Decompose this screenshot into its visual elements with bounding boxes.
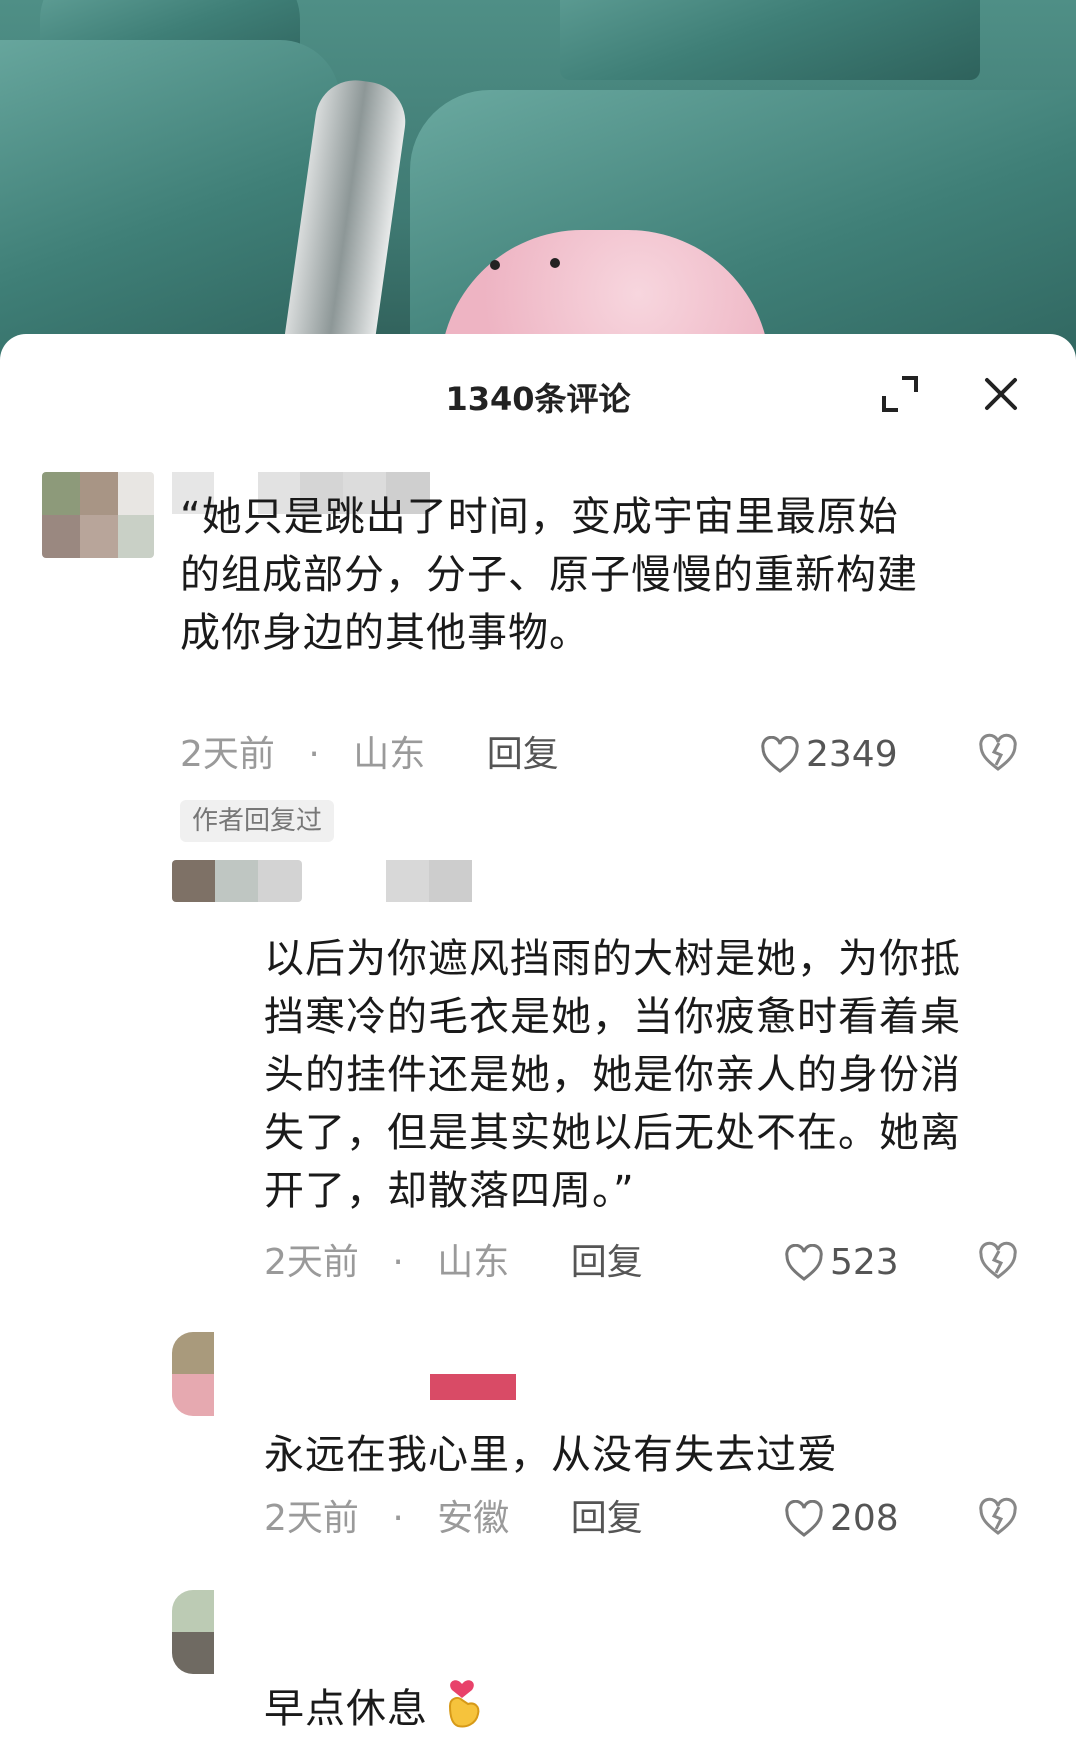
separator-dot: · xyxy=(392,1498,404,1539)
comment-text: 以后为你遮风挡雨的大树是她，为你抵 挡寒冷的毛衣是她，当你疲惫时看着桌 头的挂件… xyxy=(264,936,961,1214)
comment-location: 山东 xyxy=(437,1242,510,1283)
separator-dot: · xyxy=(392,1242,404,1283)
reply-button[interactable]: 回复 xyxy=(571,1238,643,1288)
like-button[interactable]: 208 xyxy=(784,1494,899,1544)
like-count: 208 xyxy=(830,1498,899,1539)
like-button[interactable]: 2349 xyxy=(760,730,898,780)
comments-sheet: 1340条评论 “她只是跳出了时间，变成宇宙里最原始 的组成部分，分子、原子慢慢… xyxy=(0,334,1076,1756)
avatar[interactable] xyxy=(172,860,302,902)
close-icon[interactable] xyxy=(981,374,1021,414)
comment-text: “她只是跳出了时间，变成宇宙里最原始 的组成部分，分子、原子慢慢的重新构建 成你… xyxy=(180,494,918,656)
separator-dot: · xyxy=(308,734,320,775)
heart-icon xyxy=(785,1500,823,1537)
broken-heart-icon[interactable] xyxy=(977,1241,1021,1285)
seat-image-part xyxy=(560,0,980,80)
heart-icon xyxy=(785,1244,823,1281)
sheet-header: 1340条评论 xyxy=(0,334,1076,424)
avatar[interactable] xyxy=(42,472,154,558)
reply-button[interactable]: 回复 xyxy=(571,1494,643,1544)
heart-icon xyxy=(761,736,799,773)
author-replied-badge: 作者回复过 xyxy=(180,800,335,842)
like-count: 2349 xyxy=(806,734,898,775)
comment-time: 2天前 xyxy=(264,1498,359,1539)
broken-heart-icon[interactable] xyxy=(977,1497,1021,1541)
comment-time: 2天前 xyxy=(264,1242,359,1283)
comment-text: 早点休息 xyxy=(264,1676,486,1746)
like-button[interactable]: 523 xyxy=(784,1238,899,1288)
comment-meta: 2天前 · 安徽 回复 xyxy=(264,1494,643,1544)
finger-heart-emoji-icon xyxy=(442,1676,486,1746)
username-blurred[interactable] xyxy=(430,1374,516,1416)
avatar[interactable] xyxy=(172,1332,214,1416)
broken-heart-icon[interactable] xyxy=(977,733,1021,777)
like-count: 523 xyxy=(830,1242,899,1283)
comment-time: 2天前 xyxy=(180,734,275,775)
comment-location: 安徽 xyxy=(437,1498,510,1539)
comment-meta: 2天前 · 山东 回复 xyxy=(264,1238,643,1288)
comment-meta: 2天前 · 山东 回复 xyxy=(180,730,559,780)
comment-text: 永远在我心里，从没有失去过爱 xyxy=(264,1432,838,1478)
reply-button[interactable]: 回复 xyxy=(487,730,559,780)
expand-icon[interactable] xyxy=(880,374,920,414)
avatar[interactable] xyxy=(172,1590,214,1674)
video-background[interactable] xyxy=(0,0,1076,360)
comment-location: 山东 xyxy=(353,734,426,775)
username-blurred[interactable] xyxy=(386,860,472,902)
